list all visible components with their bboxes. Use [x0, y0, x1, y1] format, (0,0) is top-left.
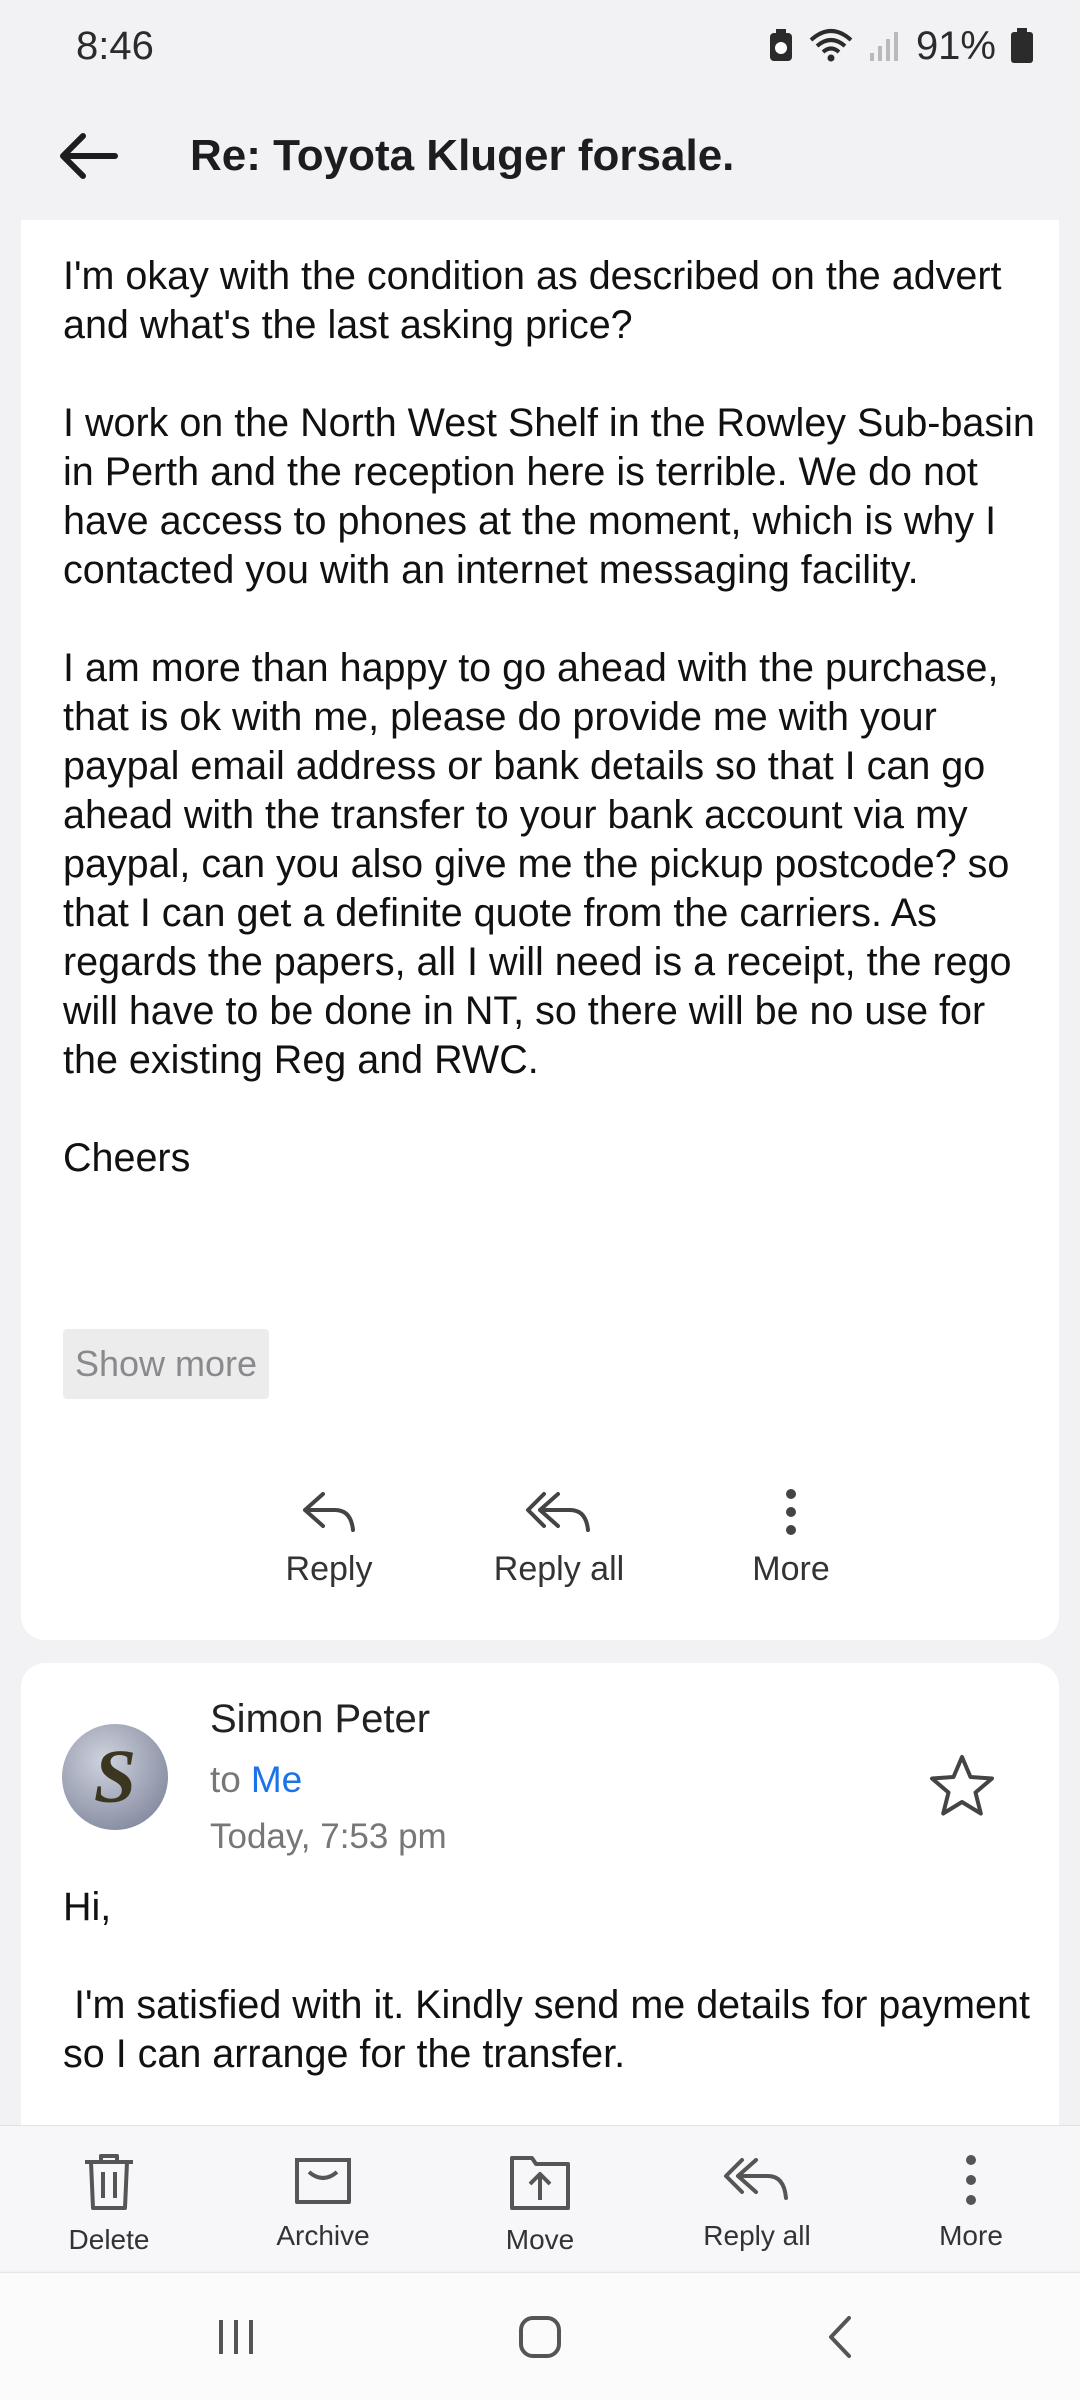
- archive-button[interactable]: Archive: [228, 2126, 418, 2271]
- message-greeting: Hi,: [63, 1885, 112, 1929]
- star-button[interactable]: [927, 1751, 997, 1821]
- status-bar: 8:46 91%: [0, 0, 1080, 92]
- status-time: 8:46: [76, 23, 154, 68]
- message-paragraph: I'm okay with the condition as described…: [63, 254, 1013, 347]
- more-vertical-icon: [966, 2155, 976, 2205]
- delete-label: Delete: [68, 2224, 150, 2255]
- delete-icon: [85, 2154, 133, 2210]
- message-paragraph: I am more than happy to go ahead with th…: [63, 646, 1023, 1082]
- delete-button[interactable]: Delete: [14, 2126, 204, 2271]
- status-icons: 91%: [768, 24, 1034, 69]
- message-paragraph: I work on the North West Shelf in the Ro…: [63, 401, 1046, 592]
- home-icon: [519, 2316, 561, 2358]
- reply-all-icon: [724, 2158, 788, 2200]
- reply-all-icon: [526, 1492, 590, 1532]
- reply-all-toolbar-label: Reply all: [703, 2220, 811, 2251]
- more-toolbar-label: More: [939, 2220, 1003, 2251]
- battery-icon: [1011, 28, 1033, 63]
- reply-all-button[interactable]: Reply all: [459, 1488, 659, 1608]
- move-button[interactable]: Move: [445, 2126, 635, 2271]
- message-body: Hi, I'm satisfied with it. Kindly send m…: [63, 1883, 1043, 2125]
- message-actions: Reply Reply all More: [21, 1488, 1059, 1608]
- back-nav-button[interactable]: [790, 2297, 890, 2377]
- system-nav-bar: [0, 2272, 1080, 2400]
- home-button[interactable]: [490, 2297, 590, 2377]
- recipient-name: Me: [250, 1759, 303, 1800]
- app-bar: Re: Toyota Kluger forsale.: [0, 92, 1080, 220]
- recents-button[interactable]: [186, 2297, 286, 2377]
- more-toolbar-button[interactable]: More: [876, 2126, 1066, 2271]
- message-paragraph: I'm satisfied with it. Kindly send me de…: [63, 1983, 1041, 2076]
- message-card: I'm okay with the condition as described…: [21, 220, 1059, 1640]
- more-vertical-icon: [786, 1489, 796, 1535]
- message-thread[interactable]: I'm okay with the condition as described…: [0, 220, 1080, 2125]
- star-icon: [930, 1755, 994, 1816]
- bottom-toolbar: Delete Archive Move Reply all More: [0, 2125, 1080, 2270]
- sender-name: Simon Peter: [210, 1697, 431, 1741]
- back-button[interactable]: [28, 96, 148, 216]
- reply-label: Reply: [285, 1550, 373, 1588]
- signal-icon: [869, 32, 898, 61]
- battery-saver-icon: [769, 29, 792, 61]
- back-arrow-icon: [60, 133, 118, 179]
- more-button[interactable]: More: [691, 1488, 891, 1608]
- reply-all-label: Reply all: [493, 1550, 625, 1588]
- recipient-line[interactable]: to Me: [210, 1759, 302, 1801]
- avatar[interactable]: S: [62, 1724, 168, 1830]
- move-label: Move: [505, 2224, 575, 2255]
- reply-button[interactable]: Reply: [229, 1488, 429, 1608]
- email-subject: Re: Toyota Kluger forsale.: [190, 131, 735, 180]
- reply-icon: [303, 1492, 355, 1532]
- show-more-button[interactable]: Show more: [63, 1329, 269, 1399]
- archive-label: Archive: [276, 2220, 370, 2251]
- recents-icon: [219, 2320, 253, 2354]
- battery-percent: 91%: [915, 23, 996, 68]
- move-icon: [510, 2156, 570, 2210]
- message-body: I'm okay with the condition as described…: [63, 252, 1043, 1232]
- to-prefix: to: [210, 1759, 241, 1800]
- wifi-icon: [809, 29, 853, 62]
- reply-all-toolbar-button[interactable]: Reply all: [662, 2126, 852, 2271]
- message-signoff: Cheers: [63, 1136, 191, 1180]
- back-nav-icon: [829, 2316, 851, 2358]
- more-label: More: [752, 1550, 830, 1588]
- message-date: Today, 7:53 pm: [210, 1817, 447, 1856]
- archive-icon: [295, 2158, 351, 2204]
- message-card[interactable]: S Simon Peter to Me Today, 7:53 pm Hi, I'…: [21, 1663, 1059, 2125]
